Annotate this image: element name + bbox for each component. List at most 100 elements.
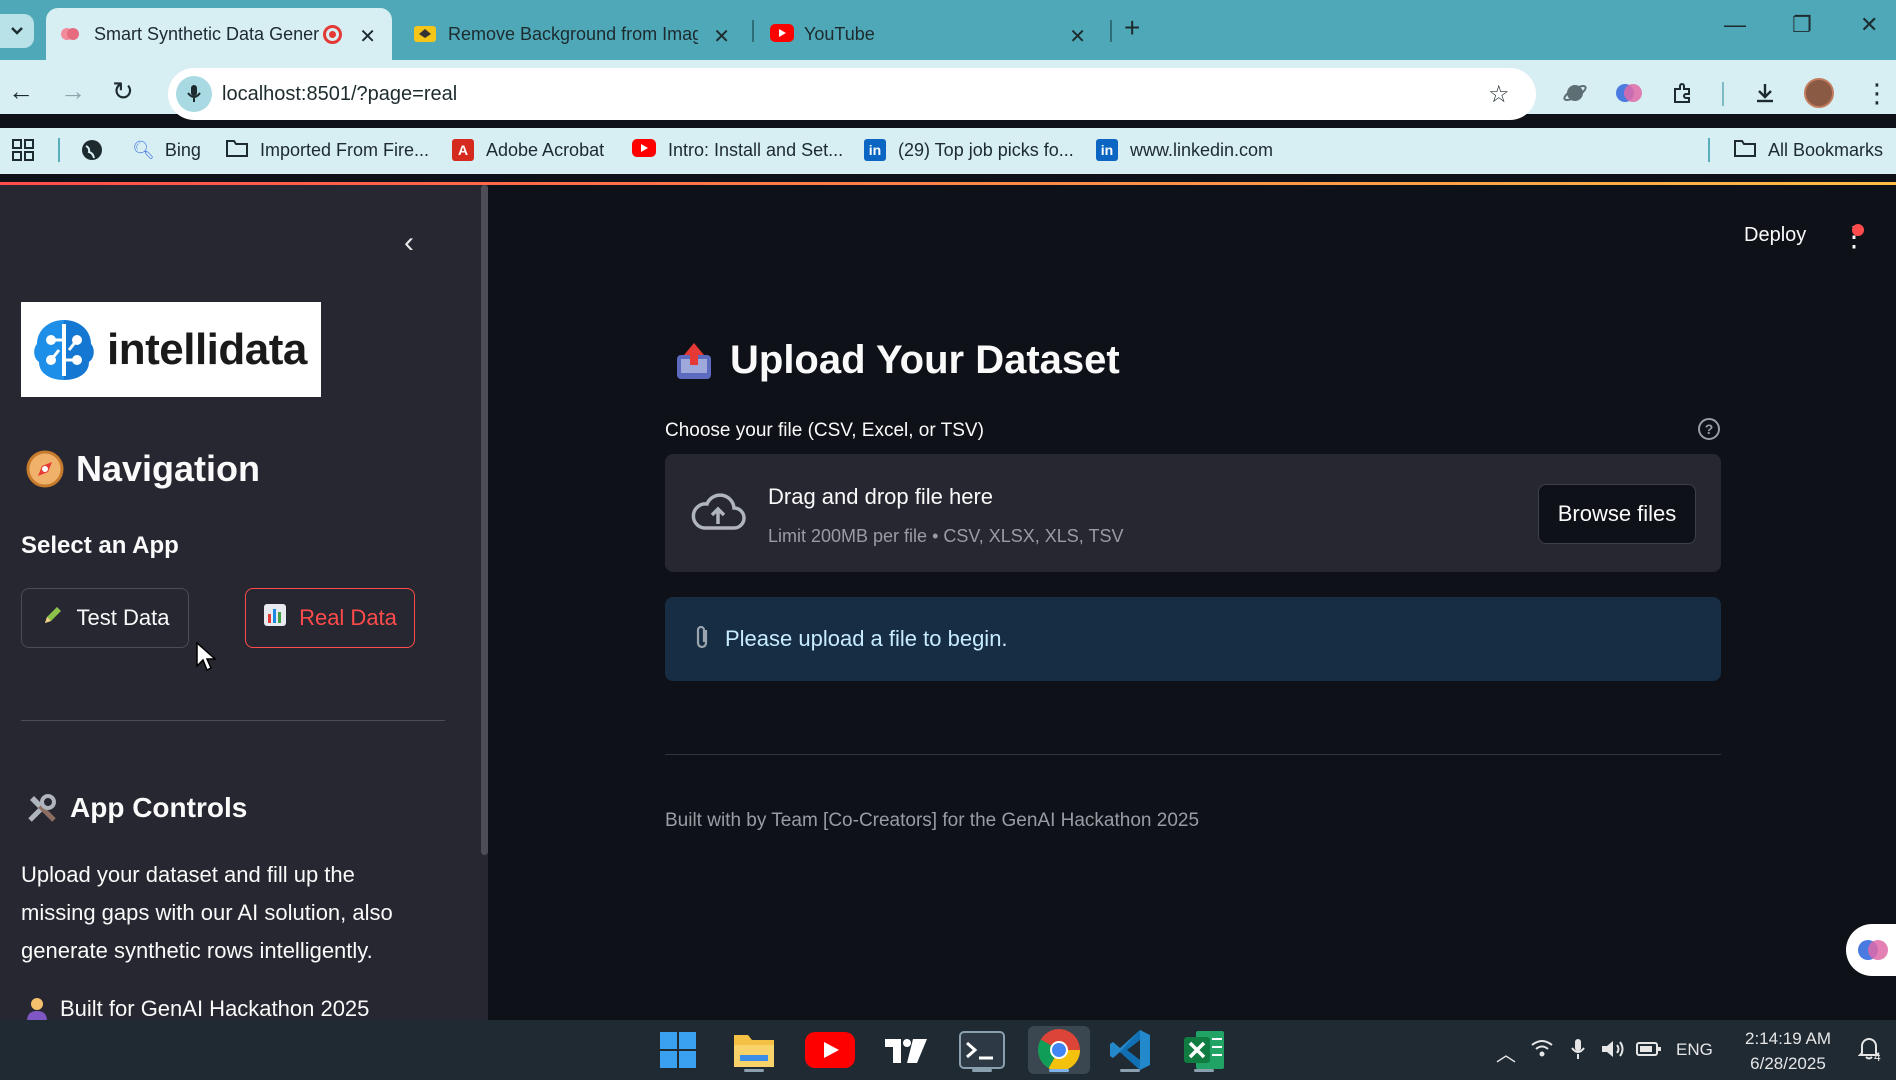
running-indicator bbox=[1049, 1069, 1069, 1072]
browse-files-button[interactable]: Browse files bbox=[1538, 484, 1696, 544]
apps-grid-icon[interactable] bbox=[12, 138, 34, 162]
extensions-puzzle-icon[interactable] bbox=[1668, 78, 1698, 108]
outbox-tray-icon bbox=[677, 342, 711, 379]
window-close-icon[interactable]: ✕ bbox=[1860, 12, 1878, 38]
tab-remove-background[interactable]: Remove Background from Imag ✕ bbox=[400, 8, 746, 60]
sidebar-scrollbar[interactable] bbox=[481, 185, 488, 855]
microphone-tray-icon[interactable] bbox=[1570, 1038, 1586, 1066]
bar-chart-icon bbox=[263, 603, 287, 633]
bookmark-imported[interactable]: Imported From Fire... bbox=[226, 138, 429, 162]
floating-brain-extension[interactable] bbox=[1846, 924, 1896, 976]
deploy-button[interactable]: Deploy bbox=[1744, 224, 1806, 247]
running-indicator bbox=[972, 1069, 992, 1072]
page-title: Upload Your Dataset bbox=[674, 338, 1120, 383]
new-tab-plus-icon[interactable]: + bbox=[1124, 12, 1140, 44]
mouse-cursor bbox=[196, 641, 217, 677]
vscode-icon[interactable] bbox=[1104, 1026, 1156, 1074]
intellidata-logo: intellidata bbox=[21, 302, 321, 397]
notification-count: 4 bbox=[1874, 1050, 1881, 1064]
compass-icon bbox=[26, 450, 64, 488]
tab-title: YouTube bbox=[804, 23, 875, 44]
folder-icon bbox=[1734, 139, 1756, 162]
cloud-upload-icon bbox=[690, 490, 746, 537]
wifi-icon[interactable] bbox=[1530, 1038, 1554, 1064]
tab-smart-synthetic[interactable]: Smart Synthetic Data Gener ✕ bbox=[46, 8, 392, 60]
linkedin-icon: in bbox=[1096, 139, 1118, 161]
bookmark-bing[interactable]: 🔍︎ Bing bbox=[132, 138, 201, 162]
reload-icon[interactable]: ↻ bbox=[112, 76, 134, 107]
tab-separator bbox=[1110, 20, 1112, 42]
tab-close-icon[interactable]: ✕ bbox=[359, 24, 376, 49]
navigation-title: Navigation bbox=[76, 448, 261, 489]
brain-logo-icon bbox=[34, 319, 94, 380]
uploader-label: Choose your file (CSV, Excel, or TSV) bbox=[665, 420, 984, 441]
url-text[interactable]: localhost:8501/?page=real bbox=[222, 83, 457, 106]
adobe-acrobat-icon: A bbox=[452, 139, 474, 161]
extension-brain-icon[interactable] bbox=[1614, 78, 1644, 108]
system-clock[interactable]: 2:14:19 AM 6/28/2025 bbox=[1736, 1026, 1840, 1076]
microphone-icon[interactable] bbox=[176, 76, 212, 112]
volume-icon[interactable] bbox=[1600, 1038, 1626, 1066]
bookmark-intro[interactable]: Intro: Install and Set... bbox=[632, 138, 843, 162]
test-data-button[interactable]: Test Data bbox=[21, 588, 189, 648]
bookmark-label: All Bookmarks bbox=[1768, 139, 1884, 160]
browser-menu-icon[interactable]: ⋮ bbox=[1864, 78, 1890, 109]
tools-icon bbox=[28, 794, 56, 822]
tab-youtube[interactable]: YouTube ✕ bbox=[756, 8, 1102, 60]
forward-arrow-icon[interactable]: → bbox=[60, 76, 86, 107]
bookmark-label: (29) Top job picks fo... bbox=[898, 139, 1074, 160]
sidebar-divider bbox=[21, 720, 445, 721]
page-title-text: Upload Your Dataset bbox=[730, 338, 1120, 382]
globe-icon[interactable] bbox=[80, 138, 104, 162]
bookmark-star-icon[interactable]: ☆ bbox=[1488, 80, 1510, 109]
minimize-icon[interactable]: — bbox=[1724, 12, 1746, 38]
brain-favicon-icon bbox=[60, 24, 80, 44]
description-line: Upload your dataset and fill up the bbox=[21, 862, 355, 887]
dropzone-limit: Limit 200MB per file • CSV, XLSX, XLS, T… bbox=[768, 526, 1124, 546]
youtube-app-icon[interactable] bbox=[804, 1026, 856, 1074]
bookmark-adobe[interactable]: A Adobe Acrobat bbox=[452, 138, 604, 162]
start-windows-icon[interactable] bbox=[652, 1026, 704, 1074]
status-dot bbox=[1852, 224, 1864, 236]
extension-planet-icon[interactable] bbox=[1560, 78, 1590, 108]
info-alert: Please upload a file to begin. bbox=[665, 597, 1721, 681]
tradingview-icon[interactable] bbox=[880, 1026, 932, 1074]
collapse-sidebar-chevron-icon[interactable]: ‹ bbox=[404, 226, 414, 260]
battery-icon[interactable] bbox=[1636, 1038, 1662, 1064]
clock-time: 2:14:19 AM bbox=[1744, 1029, 1831, 1048]
back-arrow-icon[interactable]: ← bbox=[8, 76, 34, 107]
profile-avatar[interactable] bbox=[1804, 78, 1834, 108]
running-indicator bbox=[744, 1069, 764, 1072]
real-data-button[interactable]: Real Data bbox=[245, 588, 415, 648]
bookmark-linkedin-jobs[interactable]: in (29) Top job picks fo... bbox=[864, 138, 1074, 162]
bookmark-label: Adobe Acrobat bbox=[486, 139, 605, 160]
excel-icon[interactable] bbox=[1178, 1026, 1230, 1074]
toolbar-separator bbox=[1722, 82, 1724, 106]
bookmark-all[interactable]: All Bookmarks bbox=[1734, 138, 1883, 162]
bookmark-label: Intro: Install and Set... bbox=[668, 139, 844, 160]
chrome-icon[interactable] bbox=[1028, 1026, 1090, 1074]
button-label: Real Data bbox=[299, 605, 397, 630]
pencil-icon bbox=[41, 603, 65, 633]
select-app-label: Select an App bbox=[21, 532, 179, 559]
language-indicator[interactable]: ENG bbox=[1676, 1040, 1713, 1060]
help-icon[interactable]: ? bbox=[1698, 418, 1720, 440]
running-indicator bbox=[1120, 1069, 1140, 1072]
tray-chevron-up-icon[interactable]: ︿ bbox=[1496, 1038, 1516, 1067]
person-icon bbox=[27, 998, 47, 1021]
tab-close-icon[interactable]: ✕ bbox=[1069, 24, 1086, 49]
tab-close-icon[interactable]: ✕ bbox=[713, 24, 730, 49]
file-explorer-icon[interactable] bbox=[728, 1026, 780, 1074]
running-indicator bbox=[1194, 1069, 1214, 1072]
description-line: missing gaps with our AI solution, also bbox=[21, 900, 393, 925]
download-icon[interactable] bbox=[1750, 78, 1780, 108]
restore-icon[interactable]: ❐ bbox=[1792, 12, 1812, 38]
main-divider bbox=[665, 754, 1721, 755]
dropzone-title: Drag and drop file here bbox=[768, 484, 994, 509]
terminal-icon[interactable] bbox=[956, 1026, 1008, 1074]
bookmark-label: Imported From Fire... bbox=[260, 139, 430, 160]
tab-search-button[interactable] bbox=[0, 14, 34, 48]
tab-separator bbox=[752, 20, 754, 42]
bookmark-linkedin[interactable]: in www.linkedin.com bbox=[1096, 138, 1273, 162]
logo-wordmark: intellidata bbox=[107, 324, 307, 374]
